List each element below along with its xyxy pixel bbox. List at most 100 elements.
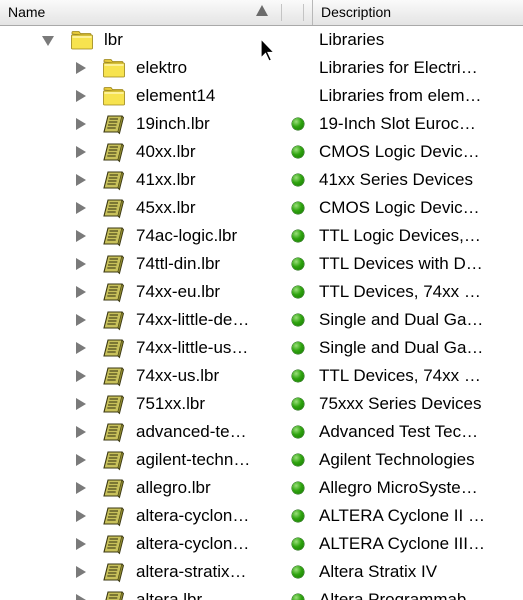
tree-library-row[interactable]: 45xx.lbr CMOS Logic Devic…: [0, 194, 523, 222]
item-description-label: Libraries for Electri…: [319, 58, 478, 77]
item-description-label: CMOS Logic Devic…: [319, 198, 480, 217]
tree-library-row[interactable]: altera-cyclon… ALTERA Cyclone II …: [0, 502, 523, 530]
disclosure-collapsed-icon[interactable]: [76, 118, 86, 130]
sort-ascending-icon[interactable]: [256, 5, 268, 16]
green-status-dot-icon[interactable]: [292, 286, 304, 298]
item-name-label: 74xx-little-us…: [136, 338, 249, 357]
disclosure-collapsed-icon[interactable]: [76, 454, 86, 466]
library-book-icon: [102, 533, 126, 555]
green-status-dot-icon[interactable]: [292, 146, 304, 158]
tree-library-row[interactable]: 74xx-eu.lbr TTL Devices, 74xx …: [0, 278, 523, 306]
item-name-label: altera-cyclon…: [136, 534, 250, 553]
green-status-dot-icon[interactable]: [292, 370, 304, 382]
disclosure-collapsed-icon[interactable]: [76, 314, 86, 326]
disclosure-collapsed-icon[interactable]: [76, 370, 86, 382]
disclosure-collapsed-icon[interactable]: [76, 258, 86, 270]
item-description-label: Advanced Test Tec…: [319, 422, 479, 441]
item-description-label: Single and Dual Ga…: [319, 338, 484, 357]
tree-library-row[interactable]: 74ttl-din.lbr TTL Devices with D…: [0, 250, 523, 278]
item-description-label: Agilent Technologies: [319, 450, 475, 469]
green-status-dot-icon[interactable]: [292, 426, 304, 438]
library-book-icon: [102, 141, 126, 163]
item-name-label: elektro: [136, 58, 188, 77]
item-name-label: allegro.lbr: [136, 478, 211, 497]
mouse-pointer-icon: [260, 38, 276, 62]
green-status-dot-icon[interactable]: [292, 342, 304, 354]
column-divider[interactable]: [281, 4, 282, 21]
column-divider[interactable]: [303, 4, 304, 21]
green-status-dot-icon[interactable]: [292, 510, 304, 522]
green-status-dot-icon[interactable]: [292, 566, 304, 578]
description-column-header[interactable]: Description: [312, 0, 523, 25]
folder-icon: [102, 57, 126, 79]
green-status-dot-icon[interactable]: [292, 454, 304, 466]
item-name-label: 45xx.lbr: [136, 198, 196, 217]
tree-library-row[interactable]: allegro.lbr Allegro MicroSyste…: [0, 474, 523, 502]
tree-rows: lbr Libraries elektro Libraries for Electri…: [0, 26, 523, 600]
item-description-label: 75xxx Series Devices: [319, 394, 482, 413]
disclosure-collapsed-icon[interactable]: [76, 286, 86, 298]
disclosure-collapsed-icon[interactable]: [76, 538, 86, 550]
green-status-dot-icon[interactable]: [292, 594, 304, 600]
library-book-icon: [102, 309, 126, 331]
disclosure-collapsed-icon[interactable]: [76, 398, 86, 410]
disclosure-collapsed-icon[interactable]: [76, 342, 86, 354]
library-book-icon: [102, 197, 126, 219]
tree-library-row[interactable]: 74ac-logic.lbr TTL Logic Devices,…: [0, 222, 523, 250]
disclosure-collapsed-icon[interactable]: [76, 90, 86, 102]
tree-library-row[interactable]: 751xx.lbr 75xxx Series Devices: [0, 390, 523, 418]
folder-icon: [102, 85, 126, 107]
library-book-icon: [102, 337, 126, 359]
tree-library-row[interactable]: agilent-techn… Agilent Technologies: [0, 446, 523, 474]
disclosure-collapsed-icon[interactable]: [76, 202, 86, 214]
green-status-dot-icon[interactable]: [292, 398, 304, 410]
tree-folder-row[interactable]: element14 Libraries from elem…: [0, 82, 523, 110]
item-description-label: TTL Devices, 74xx …: [319, 366, 481, 385]
item-name-label: 74xx-eu.lbr: [136, 282, 221, 301]
disclosure-collapsed-icon[interactable]: [76, 62, 86, 74]
description-column-label: Description: [321, 4, 392, 20]
disclosure-collapsed-icon[interactable]: [76, 146, 86, 158]
green-status-dot-icon[interactable]: [292, 314, 304, 326]
tree-library-row[interactable]: 40xx.lbr CMOS Logic Devic…: [0, 138, 523, 166]
disclosure-collapsed-icon[interactable]: [76, 482, 86, 494]
item-description-label: ALTERA Cyclone II …: [319, 506, 485, 525]
green-status-dot-icon[interactable]: [292, 118, 304, 130]
folder-icon: [70, 29, 94, 51]
item-description-label: TTL Devices with D…: [319, 254, 483, 273]
tree-library-row[interactable]: altera-cyclon… ALTERA Cyclone III…: [0, 530, 523, 558]
green-status-dot-icon[interactable]: [292, 174, 304, 186]
green-status-dot-icon[interactable]: [292, 482, 304, 494]
disclosure-collapsed-icon[interactable]: [76, 566, 86, 578]
name-column-header[interactable]: Name: [0, 0, 283, 25]
disclosure-collapsed-icon[interactable]: [76, 594, 86, 600]
library-book-icon: [102, 393, 126, 415]
item-name-label: 19inch.lbr: [136, 114, 210, 133]
green-status-dot-icon[interactable]: [292, 538, 304, 550]
item-description-label: 19-Inch Slot Euroc…: [319, 114, 476, 133]
item-name-label: 40xx.lbr: [136, 142, 196, 161]
item-description-label: Libraries: [319, 30, 385, 49]
name-column-label: Name: [8, 4, 46, 20]
item-name-label: advanced-te…: [136, 422, 247, 441]
item-description-label: Altera Stratix IV: [319, 562, 438, 581]
tree-library-row[interactable]: altera-stratix… Altera Stratix IV: [0, 558, 523, 586]
tree-library-row[interactable]: altera.lbr Altera Programmab…: [0, 586, 523, 600]
disclosure-collapsed-icon[interactable]: [76, 510, 86, 522]
disclosure-collapsed-icon[interactable]: [76, 426, 86, 438]
green-status-dot-icon[interactable]: [292, 230, 304, 242]
disclosure-collapsed-icon[interactable]: [76, 230, 86, 242]
tree-library-row[interactable]: advanced-te… Advanced Test Tec…: [0, 418, 523, 446]
library-book-icon: [102, 561, 126, 583]
tree-library-row[interactable]: 41xx.lbr 41xx Series Devices: [0, 166, 523, 194]
tree-library-row[interactable]: 19inch.lbr 19-Inch Slot Euroc…: [0, 110, 523, 138]
disclosure-expanded-icon[interactable]: [42, 36, 54, 46]
tree-library-row[interactable]: 74xx-us.lbr TTL Devices, 74xx …: [0, 362, 523, 390]
green-status-dot-icon[interactable]: [292, 202, 304, 214]
item-name-label: element14: [136, 86, 216, 105]
tree-library-row[interactable]: 74xx-little-de… Single and Dual Ga…: [0, 306, 523, 334]
tree-library-row[interactable]: 74xx-little-us… Single and Dual Ga…: [0, 334, 523, 362]
item-name-label: altera-cyclon…: [136, 506, 250, 525]
disclosure-collapsed-icon[interactable]: [76, 174, 86, 186]
green-status-dot-icon[interactable]: [292, 258, 304, 270]
